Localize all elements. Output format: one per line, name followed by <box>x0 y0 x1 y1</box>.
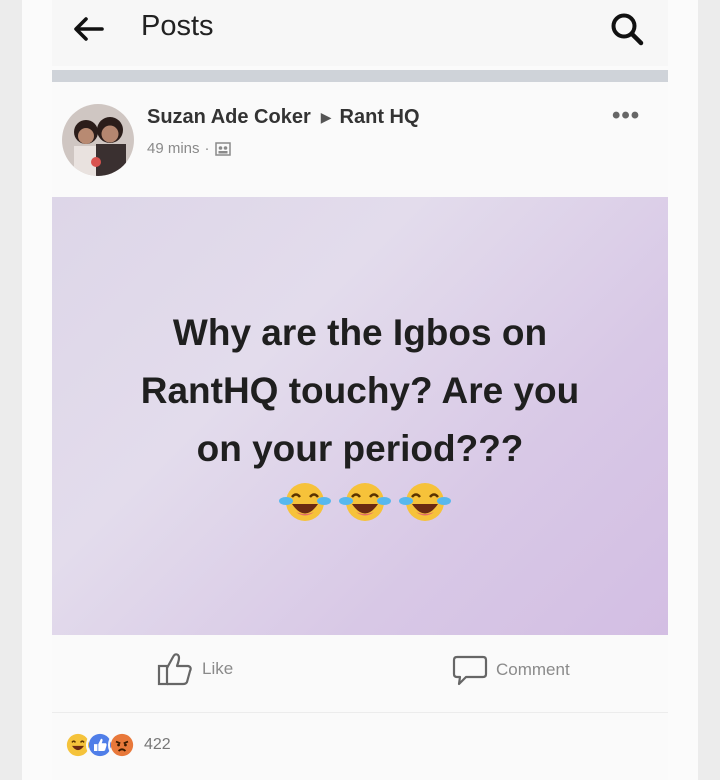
post-meta: 49 mins · <box>147 140 231 157</box>
reactions-summary[interactable]: 422 <box>64 731 171 759</box>
author-name[interactable]: Suzan Ade Coker <box>147 106 311 129</box>
post-text: Why are the Igbos on RantHQ touchy? Are … <box>82 304 638 478</box>
comment-label: Comment <box>496 660 570 679</box>
more-options-icon[interactable]: ••• <box>612 102 640 130</box>
angry-reaction-icon <box>108 731 136 759</box>
post-card: Suzan Ade Coker ▶ Rant HQ 49 mins · ••• … <box>52 82 668 780</box>
post-text-line: Why are the Igbos on <box>172 312 548 353</box>
laugh-cry-emoji-icon <box>339 483 391 521</box>
avatar[interactable] <box>62 104 134 176</box>
post-actions-bar: Like Comment <box>52 635 668 713</box>
post-background-card: Why are the Igbos on RantHQ touchy? Are … <box>52 197 668 635</box>
search-icon[interactable] <box>608 10 646 48</box>
group-icon <box>214 141 231 156</box>
section-divider <box>52 70 668 82</box>
arrow-right-icon: ▶ <box>320 109 332 125</box>
post-time[interactable]: 49 mins <box>147 140 200 157</box>
top-app-bar: Posts <box>52 0 668 66</box>
post-author-line: Suzan Ade Coker ▶ Rant HQ <box>147 106 420 129</box>
reaction-count: 422 <box>144 736 171 753</box>
comment-button[interactable]: Comment <box>452 653 570 687</box>
back-arrow-icon[interactable] <box>72 14 106 44</box>
laugh-cry-emoji-icon <box>279 483 331 521</box>
page-title: Posts <box>141 10 214 42</box>
laugh-cry-emoji-icon <box>399 483 451 521</box>
post-text-line: on your period??? <box>196 428 524 469</box>
thumbs-up-icon <box>157 653 192 686</box>
meta-dot: · <box>204 140 210 157</box>
emoji-row <box>278 479 452 525</box>
like-label: Like <box>202 659 234 678</box>
comment-icon <box>452 655 488 686</box>
post-text-line: RantHQ touchy? Are you <box>140 370 580 411</box>
group-name[interactable]: Rant HQ <box>340 106 420 129</box>
like-button[interactable]: Like <box>156 651 233 687</box>
